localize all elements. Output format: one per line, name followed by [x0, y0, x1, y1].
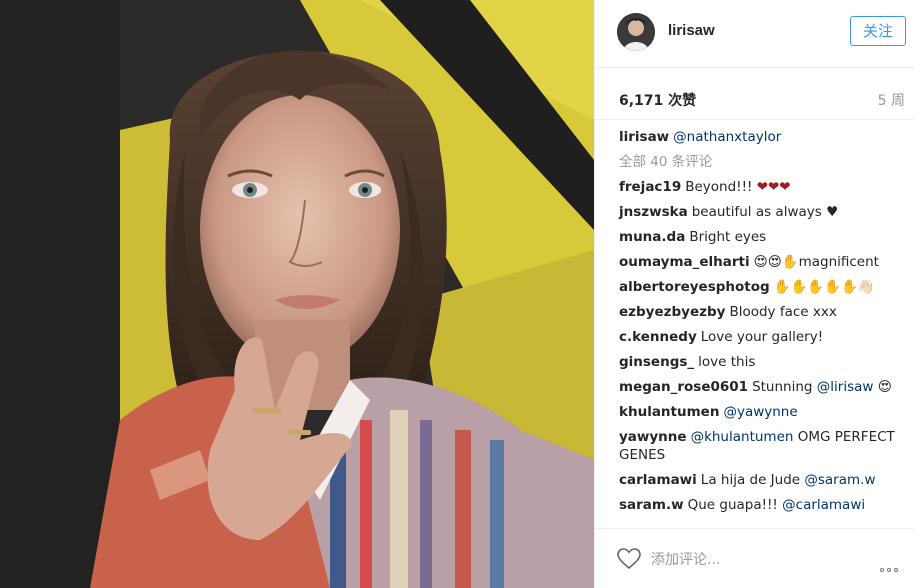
add-comment-input[interactable]: 添加评论...	[651, 549, 720, 569]
heart-outline-icon[interactable]	[617, 548, 641, 570]
comment-user[interactable]: oumayma_elharti	[619, 254, 750, 270]
comment-text: love this	[698, 354, 756, 370]
more-options-icon[interactable]	[880, 559, 901, 575]
comment-user[interactable]: khulantumen	[619, 404, 719, 420]
mention[interactable]: @yawynne	[723, 404, 797, 420]
comment: ginsengs_ love this	[619, 353, 909, 371]
comment-text: Love your gallery!	[700, 329, 824, 345]
comment: frejac19 Beyond!!! ❤❤❤	[619, 178, 909, 196]
post-header: lirisaw 关注	[595, 0, 914, 68]
comment-text: ✋✋✋✋✋👋🏻	[773, 279, 875, 295]
comment-user[interactable]: ezbyezbyezby	[619, 304, 725, 320]
comment-user[interactable]: c.kennedy	[619, 329, 697, 345]
mention[interactable]: @nathanxtaylor	[673, 129, 781, 145]
comment-user[interactable]: frejac19	[619, 179, 681, 195]
comment-text: beautiful as always	[691, 204, 827, 220]
comment-footer: 添加评论...	[595, 528, 914, 588]
comment-user[interactable]: jnszwska	[619, 204, 688, 220]
comment-user[interactable]: muna.da	[619, 229, 685, 245]
comment-user[interactable]: lirisaw	[619, 129, 669, 145]
mention[interactable]: @saram.w	[804, 472, 875, 488]
username[interactable]: lirisaw	[668, 22, 715, 39]
comment-user[interactable]: megan_rose0601	[619, 379, 748, 395]
comment: jnszwska beautiful as always ♥	[619, 203, 909, 221]
comment: albertoreyesphotog ✋✋✋✋✋👋🏻	[619, 278, 909, 296]
comment: carlamawi La hija de Jude @saram.w	[619, 471, 909, 489]
comment-user[interactable]: ginsengs_	[619, 354, 694, 370]
comment-text: Bright eyes	[689, 229, 767, 245]
comment: megan_rose0601 Stunning @lirisaw 😍	[619, 378, 909, 396]
mention[interactable]: @carlamawi	[782, 497, 865, 513]
comment-text: Que guapa!!!	[687, 497, 783, 513]
comment-user[interactable]: carlamawi	[619, 472, 697, 488]
post-photo[interactable]	[0, 0, 594, 588]
comment: c.kennedy Love your gallery!	[619, 328, 909, 346]
comment-user[interactable]: yawynne	[619, 429, 687, 445]
likes-row: 6,171 次赞 5 周	[595, 68, 914, 120]
likes-count[interactable]: 6,171 次赞	[619, 90, 696, 110]
post-time: 5 周	[877, 93, 905, 109]
comments-list: lirisaw @nathanxtaylor 全部 40 条评论 frejac19…	[619, 128, 909, 521]
comment: saram.w Que guapa!!! @carlamawi	[619, 496, 909, 514]
caption: lirisaw @nathanxtaylor	[619, 128, 909, 146]
load-more-comments[interactable]: 全部 40 条评论	[619, 153, 909, 171]
avatar[interactable]	[617, 13, 655, 51]
comment-text: 😍	[873, 379, 892, 395]
heart-emoji: ♥	[826, 204, 839, 220]
mention[interactable]: @khulantumen	[691, 429, 794, 445]
comment: oumayma_elharti 😍😍✋magnificent	[619, 253, 909, 271]
comment-text: 😍😍✋magnificent	[753, 254, 879, 270]
comment-user[interactable]: albertoreyesphotog	[619, 279, 770, 295]
comment-user[interactable]: saram.w	[619, 497, 684, 513]
comment-text: Bloody face xxx	[729, 304, 837, 320]
comment: ezbyezbyezby Bloody face xxx	[619, 303, 909, 321]
comment: muna.da Bright eyes	[619, 228, 909, 246]
comment-text: La hija de Jude	[700, 472, 805, 488]
comment-text: Stunning	[752, 379, 817, 395]
hearts-emoji: ❤❤❤	[756, 179, 791, 195]
comment: khulantumen @yawynne	[619, 403, 909, 421]
follow-button[interactable]: 关注	[850, 16, 906, 46]
comment: yawynne @khulantumen OMG PERFECT GENES	[619, 428, 909, 464]
mention[interactable]: @lirisaw	[817, 379, 874, 395]
post-side-panel: lirisaw 关注 6,171 次赞 5 周 lirisaw @nathanxt…	[594, 0, 914, 588]
comment-text: Beyond!!!	[685, 179, 757, 195]
